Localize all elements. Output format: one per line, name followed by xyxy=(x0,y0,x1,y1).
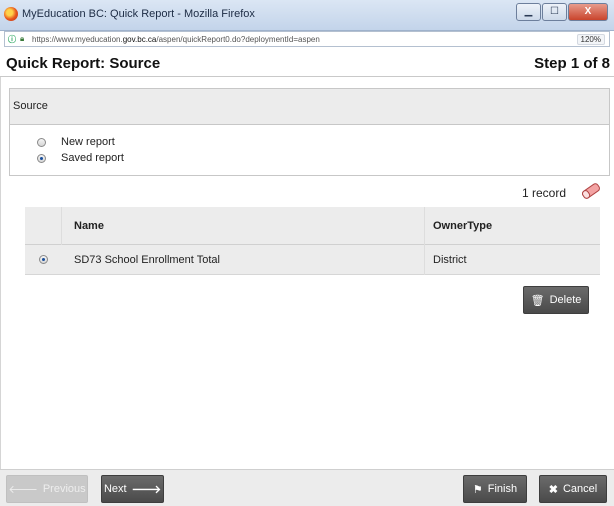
option-saved-report[interactable]: Saved report xyxy=(37,152,124,164)
x-icon: ✖ xyxy=(548,483,558,496)
finish-button[interactable]: ⚑ Finish xyxy=(463,475,527,503)
column-header-name[interactable]: Name xyxy=(74,220,104,232)
window-titlebar: MyEducation BC: Quick Report - Mozilla F… xyxy=(0,0,614,31)
url-prefix: https://www.myeducation. xyxy=(32,35,123,44)
record-count: 1 record xyxy=(521,186,566,200)
footer-bar: 🡐 Previous Next 🡒 ⚑ Finish ✖ Cancel xyxy=(0,469,614,506)
close-window-button[interactable]: X xyxy=(568,3,608,21)
url-domain: gov.bc.ca xyxy=(122,35,157,44)
left-divider xyxy=(0,77,1,477)
page-title: Quick Report: Source xyxy=(6,55,161,72)
table-header: Name OwnerType xyxy=(25,207,600,245)
source-panel: Source New report Saved report xyxy=(9,88,610,176)
url-suffix: /aspen/quickReport0.do?deploymentId=aspe… xyxy=(156,35,320,44)
minimize-button[interactable]: ▁ xyxy=(516,3,541,21)
row-name: SD73 School Enrollment Total xyxy=(74,254,220,266)
column-divider xyxy=(424,207,425,245)
column-header-ownertype[interactable]: OwnerType xyxy=(433,220,492,232)
eraser-icon[interactable] xyxy=(580,183,602,199)
reports-table: Name OwnerType SD73 School Enrollment To… xyxy=(25,207,600,275)
new-report-label: New report xyxy=(61,136,115,148)
maximize-button[interactable]: ☐ xyxy=(542,3,567,21)
flag-icon: ⚑ xyxy=(472,483,483,496)
previous-button[interactable]: 🡐 Previous xyxy=(6,475,88,503)
delete-label: Delete xyxy=(549,294,582,306)
finish-label: Finish xyxy=(487,483,518,495)
url-text[interactable]: https://www.myeducation.gov.bc.ca/aspen/… xyxy=(32,35,320,44)
saved-report-radio[interactable] xyxy=(37,153,46,163)
arrow-left-icon: 🡐 xyxy=(8,484,38,496)
saved-report-label: Saved report xyxy=(61,152,124,164)
next-label: Next xyxy=(103,483,127,495)
cancel-label: Cancel xyxy=(562,483,598,495)
window-title: MyEducation BC: Quick Report - Mozilla F… xyxy=(22,8,255,20)
address-bar[interactable]: ⓘ 🔒︎ https://www.myeducation.gov.bc.ca/a… xyxy=(4,31,610,47)
source-heading: Source xyxy=(10,89,609,125)
next-button[interactable]: Next 🡒 xyxy=(101,475,164,503)
trash-icon: 🗑︎ xyxy=(530,294,545,307)
firefox-logo-icon xyxy=(4,7,18,21)
lock-icon: 🔒︎ xyxy=(20,34,25,43)
row-owner-type: District xyxy=(433,254,467,266)
arrow-right-icon: 🡒 xyxy=(131,484,162,496)
window-controls: ▁ ☐ X xyxy=(515,3,608,21)
select-column-header xyxy=(25,207,62,245)
row-select-radio[interactable] xyxy=(39,255,48,264)
option-new-report[interactable]: New report xyxy=(37,136,115,148)
cancel-button[interactable]: ✖ Cancel xyxy=(539,475,607,503)
page-header: Quick Report: Source Step 1 of 8 xyxy=(0,49,614,77)
table-row[interactable]: SD73 School Enrollment Total District xyxy=(25,245,600,275)
info-icon[interactable]: ⓘ xyxy=(8,34,16,45)
delete-button[interactable]: 🗑︎ Delete xyxy=(523,286,589,314)
previous-label: Previous xyxy=(42,483,86,495)
zoom-level[interactable]: 120% xyxy=(576,34,605,45)
step-indicator: Step 1 of 8 xyxy=(534,55,610,72)
new-report-radio[interactable] xyxy=(37,137,46,147)
column-divider xyxy=(424,245,425,275)
